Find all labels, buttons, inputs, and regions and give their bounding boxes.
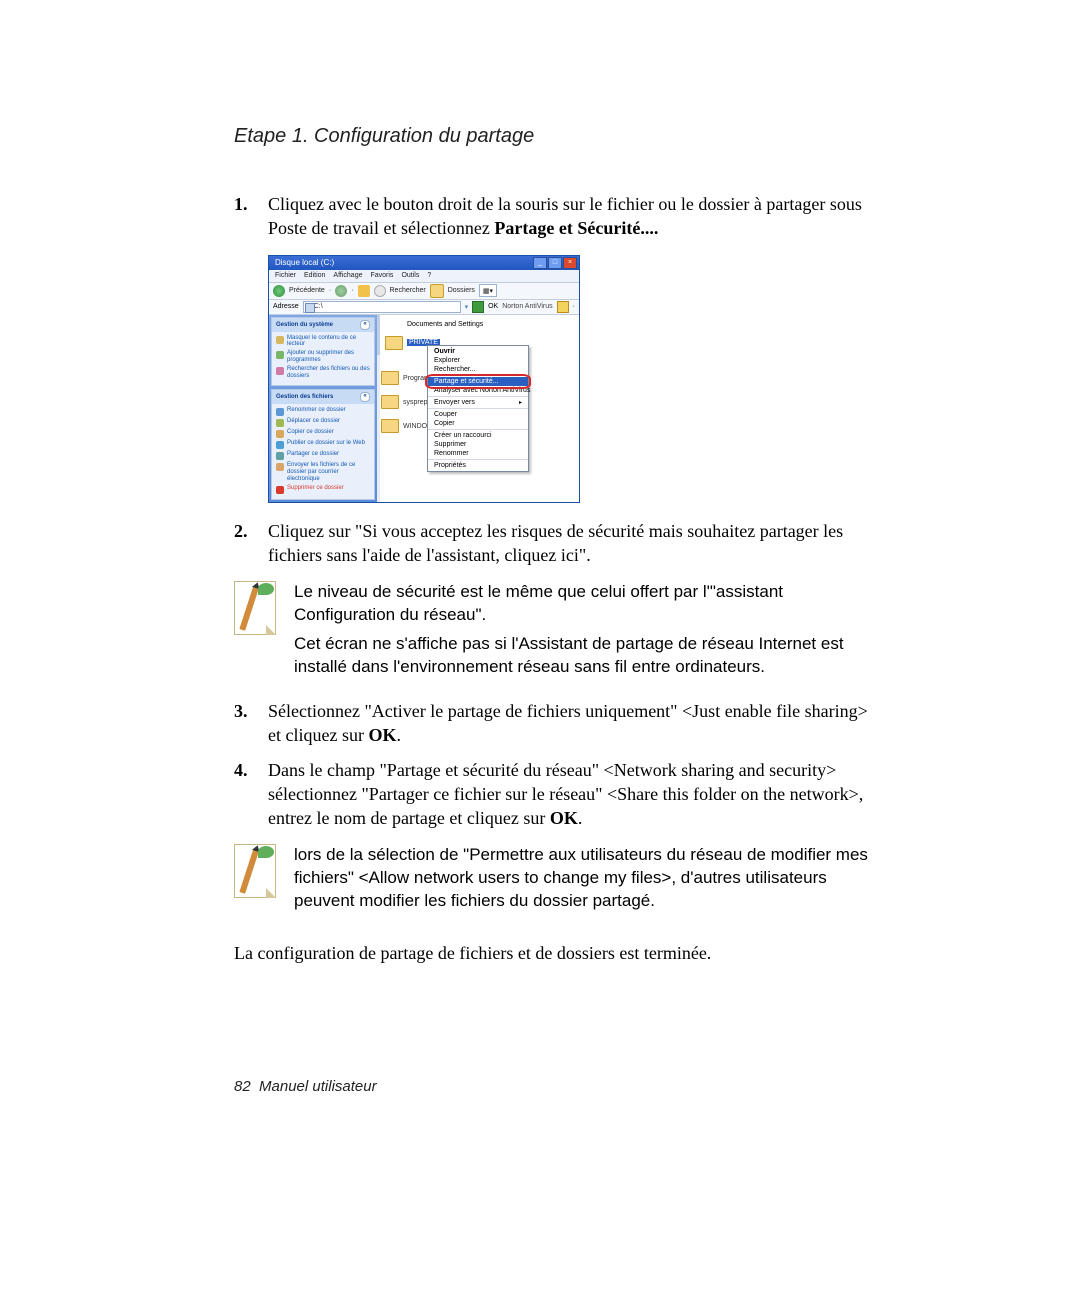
folder-icon: [385, 336, 403, 350]
note-block-2: lors de la sélection de "Permettre aux u…: [234, 844, 874, 919]
folder-sysprep[interactable]: sysprep: [381, 395, 428, 409]
footer-label: Manuel utilisateur: [259, 1078, 377, 1095]
folders-icon[interactable]: [430, 284, 444, 298]
task-copy[interactable]: Copier ce dossier: [276, 428, 370, 439]
task-hide-drive[interactable]: Masquer le contenu de ce lecteur: [276, 334, 370, 350]
panel-system-tasks: Gestion du système« Masquer le contenu d…: [271, 317, 375, 386]
step-text-4: Dans le champ "Partage et sécurité du ré…: [268, 758, 874, 831]
task-add-remove[interactable]: Ajouter ou supprimer des programmes: [276, 349, 370, 365]
search-icon[interactable]: [374, 285, 386, 297]
step-number-1: 1.: [234, 192, 268, 241]
ctx-cut[interactable]: Couper: [428, 410, 528, 419]
back-label[interactable]: Précédente: [289, 287, 325, 294]
forward-icon[interactable]: [335, 285, 347, 297]
vertical-scrollbar[interactable]: [377, 315, 380, 502]
step-text-2: Cliquez sur "Si vous acceptez les risque…: [268, 519, 874, 568]
folder-documents[interactable]: Documents and Settings: [407, 321, 575, 328]
ctx-scan-norton[interactable]: Analyser avec Norton AntiVirus: [428, 386, 528, 395]
ctx-open[interactable]: Ouvrir: [428, 347, 528, 356]
ctx-copy[interactable]: Copier: [428, 419, 528, 428]
address-label: Adresse: [273, 303, 299, 310]
norton-label[interactable]: Norton AntiVirus: [502, 303, 552, 310]
task-move[interactable]: Déplacer ce dossier: [276, 417, 370, 428]
menu-view[interactable]: Affichage: [333, 272, 362, 279]
task-share[interactable]: Partager ce dossier: [276, 450, 370, 461]
menubar: Fichier Edition Affichage Favoris Outils…: [269, 270, 579, 283]
context-menu: Ouvrir Explorer Rechercher... Partage et…: [427, 345, 529, 472]
step-number-2: 2.: [234, 519, 268, 568]
ctx-create-shortcut[interactable]: Créer un raccourci: [428, 431, 528, 440]
note-icon: [234, 581, 282, 641]
minimize-button[interactable]: _: [533, 257, 547, 269]
conclusion-text: La configuration de partage de fichiers …: [234, 943, 874, 964]
folder-program[interactable]: Program: [381, 371, 430, 385]
toolbar: Précédente · · Rechercher Dossiers ▦▾: [269, 283, 579, 300]
go-label: OK: [488, 303, 498, 310]
ctx-delete[interactable]: Supprimer: [428, 440, 528, 449]
panel-file-tasks: Gestion des fichiers« Renommer ce dossie…: [271, 389, 375, 500]
folder-windows[interactable]: WINDO: [381, 419, 427, 433]
menu-file[interactable]: Fichier: [275, 272, 296, 279]
views-dropdown[interactable]: ▦▾: [479, 284, 497, 297]
tasks-sidebar: Gestion du système« Masquer le contenu d…: [269, 315, 377, 502]
ctx-explorer[interactable]: Explorer: [428, 356, 528, 365]
search-label[interactable]: Rechercher: [390, 287, 426, 294]
address-field[interactable]: C:\: [303, 301, 461, 313]
address-bar: Adresse C:\ ▾ OK Norton AntiVirus ·: [269, 300, 579, 315]
note2-p1: lors de la sélection de "Permettre aux u…: [294, 844, 874, 913]
norton-icon[interactable]: [557, 301, 569, 313]
maximize-button[interactable]: □: [548, 257, 562, 269]
up-icon[interactable]: [358, 285, 370, 297]
file-list: Documents and Settings PRIVATE Program s…: [377, 315, 579, 502]
folders-label[interactable]: Dossiers: [448, 287, 475, 294]
step-text-3: Sélectionnez "Activer le partage de fich…: [268, 699, 874, 748]
section-heading: Etape 1. Configuration du partage: [234, 125, 874, 148]
ctx-send-to[interactable]: Envoyer vers▸: [428, 398, 528, 407]
ctx-rename[interactable]: Renommer: [428, 449, 528, 458]
collapse-icon[interactable]: «: [360, 320, 370, 330]
note-icon: [234, 844, 282, 904]
menu-edit[interactable]: Edition: [304, 272, 325, 279]
page-footer: 82 Manuel utilisateur: [234, 1078, 377, 1095]
embedded-screenshot: Disque local (C:) _ □ × Fichier Edition …: [268, 255, 874, 503]
collapse-icon[interactable]: «: [360, 392, 370, 402]
close-button[interactable]: ×: [563, 257, 577, 269]
note-block-1: Le niveau de sécurité est le même que ce…: [234, 581, 874, 685]
explorer-window: Disque local (C:) _ □ × Fichier Edition …: [268, 255, 580, 503]
task-publish[interactable]: Publier ce dossier sur le Web: [276, 439, 370, 450]
task-search[interactable]: Rechercher des fichiers ou des dossiers: [276, 365, 370, 381]
ctx-search[interactable]: Rechercher...: [428, 365, 528, 374]
menu-help[interactable]: ?: [427, 272, 431, 279]
ctx-sharing-security[interactable]: Partage et sécurité...: [428, 377, 528, 386]
menu-favorites[interactable]: Favoris: [370, 272, 393, 279]
window-titlebar: Disque local (C:) _ □ ×: [269, 256, 579, 270]
go-button[interactable]: [472, 301, 484, 313]
ctx-properties[interactable]: Propriétés: [428, 461, 528, 470]
page-number: 82: [234, 1078, 251, 1095]
task-rename[interactable]: Renommer ce dossier: [276, 406, 370, 417]
task-email[interactable]: Envoyer les fichiers de ce dossier par c…: [276, 461, 370, 484]
menu-tools[interactable]: Outils: [401, 272, 419, 279]
note1-p2: Cet écran ne s'affiche pas si l'Assistan…: [294, 633, 874, 679]
step-number-4: 4.: [234, 758, 268, 831]
task-delete[interactable]: Supprimer ce dossier: [276, 484, 370, 495]
step-text-1: Cliquez avec le bouton droit de la souri…: [268, 192, 874, 241]
window-title: Disque local (C:): [275, 258, 334, 267]
back-icon[interactable]: [273, 285, 285, 297]
note1-p1: Le niveau de sécurité est le même que ce…: [294, 581, 874, 627]
step-number-3: 3.: [234, 699, 268, 748]
